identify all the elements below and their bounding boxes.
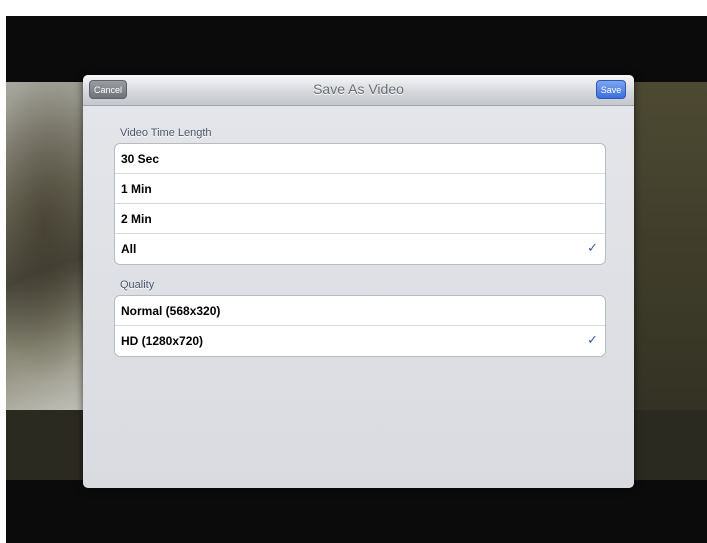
checkmark-icon: ✓: [587, 332, 598, 347]
save-as-video-dialog: Cancel Save As Video Save Video Time Len…: [83, 75, 634, 488]
video-length-option-30-sec[interactable]: 30 Sec: [115, 144, 605, 174]
quality-option-normal[interactable]: Normal (568x320): [115, 296, 605, 326]
save-button[interactable]: Save: [596, 80, 626, 99]
option-label: 2 Min: [121, 212, 152, 226]
video-length-option-all[interactable]: All ✓: [115, 234, 605, 264]
option-label: HD (1280x720): [121, 334, 204, 348]
dialog-navbar: Cancel Save As Video Save: [83, 75, 634, 106]
option-label: Normal (568x320): [121, 304, 221, 318]
dialog-title: Save As Video: [313, 81, 404, 97]
video-length-group: 30 Sec 1 Min 2 Min All ✓: [114, 143, 606, 265]
quality-group: Normal (568x320) HD (1280x720) ✓: [114, 295, 606, 357]
option-label: 30 Sec: [121, 152, 160, 166]
video-length-option-1-min[interactable]: 1 Min: [115, 174, 605, 204]
option-label: All: [121, 242, 137, 256]
option-label: 1 Min: [121, 182, 152, 196]
checkmark-icon: ✓: [587, 240, 598, 255]
video-length-header: Video Time Length: [120, 127, 212, 139]
quality-option-hd[interactable]: HD (1280x720) ✓: [115, 326, 605, 356]
video-length-option-2-min[interactable]: 2 Min: [115, 204, 605, 234]
quality-header: Quality: [120, 279, 155, 291]
